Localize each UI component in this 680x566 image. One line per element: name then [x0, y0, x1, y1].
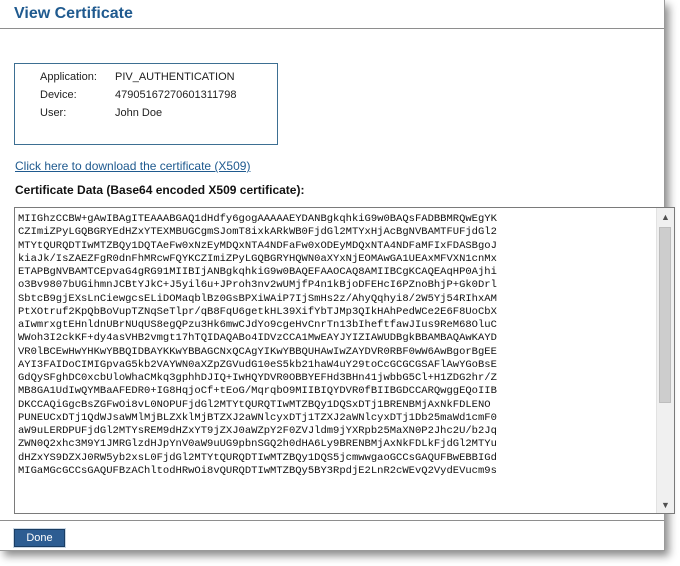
user-value: John Doe: [115, 107, 163, 119]
application-value: PIV_AUTHENTICATION: [115, 71, 235, 83]
device-row: Device: 47905167270601311798: [40, 89, 237, 101]
title-divider: [0, 28, 664, 29]
page-title: View Certificate: [14, 5, 133, 22]
scroll-down-icon[interactable]: ▼: [657, 496, 674, 513]
application-row: Application: PIV_AUTHENTICATION: [40, 71, 235, 83]
certificate-data-text[interactable]: MIIGhzCCBW+gAwIBAgITEAAABGAQ1dHdfy6gogAA…: [18, 213, 656, 511]
user-row: User: John Doe: [40, 107, 162, 119]
device-value: 47905167270601311798: [115, 89, 237, 101]
footer-divider: [0, 520, 664, 521]
scrollbar-thumb[interactable]: [659, 227, 671, 403]
certificate-info-box: Application: PIV_AUTHENTICATION Device: 47…: [14, 63, 278, 145]
application-label: Application:: [40, 71, 97, 83]
download-certificate-link[interactable]: Click here to download the certificate (…: [15, 159, 250, 173]
certificate-scrollbar[interactable]: ▲ ▼: [656, 208, 674, 513]
user-label: User:: [40, 107, 67, 119]
done-button[interactable]: Done: [13, 528, 66, 548]
certificate-data-textarea[interactable]: MIIGhzCCBW+gAwIBAgITEAAABGAQ1dHdfy6gogAA…: [14, 207, 675, 514]
device-label: Device:: [40, 89, 77, 101]
certificate-data-heading: Certificate Data (Base64 encoded X509 ce…: [15, 183, 305, 197]
view-certificate-window: View Certificate Application: PIV_AUTHENT…: [0, 0, 675, 551]
scroll-up-icon[interactable]: ▲: [657, 208, 674, 225]
